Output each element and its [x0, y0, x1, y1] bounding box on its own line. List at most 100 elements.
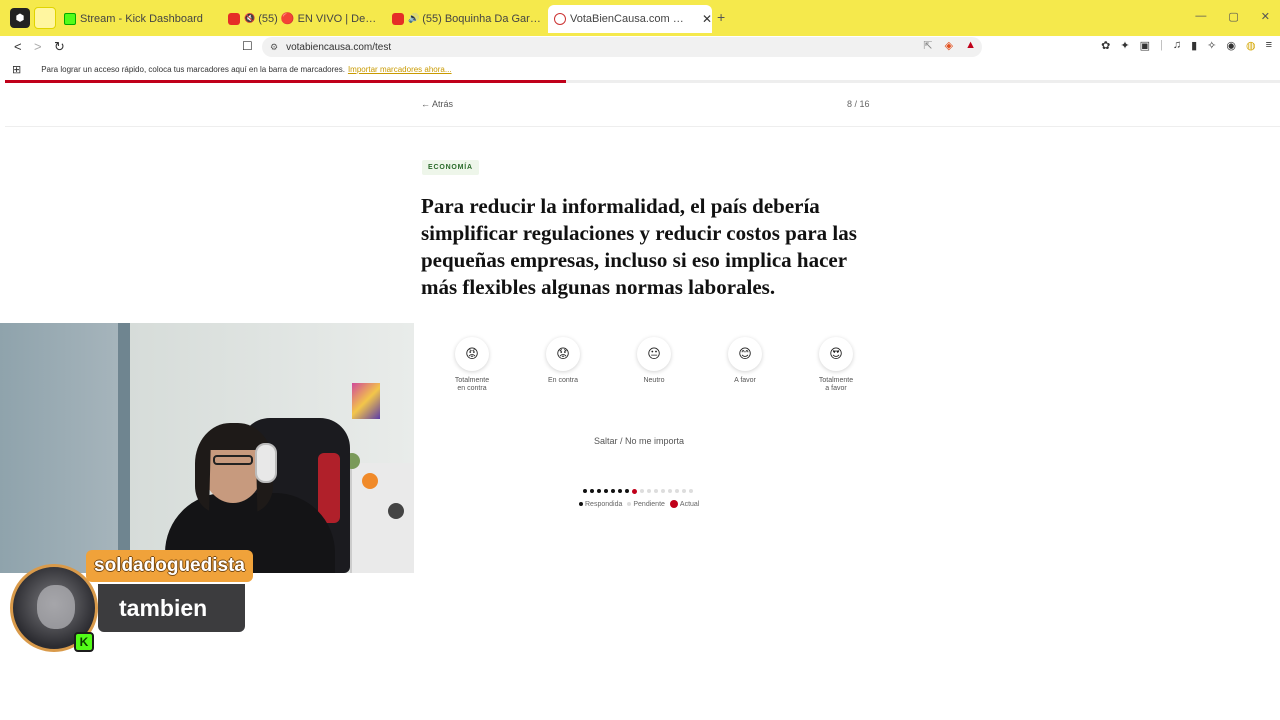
tab-kick-dashboard[interactable]: Stream - Kick Dashboard: [58, 6, 216, 31]
question-counter: 8 / 16: [847, 99, 870, 109]
close-icon[interactable]: ✕: [702, 12, 712, 26]
option-strongly-agree[interactable]: 😍 Totalmente a favor: [801, 337, 871, 393]
progress-dot: [647, 489, 651, 493]
quiz-header: ← Atrás 8 / 16: [5, 83, 1280, 127]
screenshot-icon[interactable]: ▣: [1140, 39, 1150, 52]
angry-face-icon: 😡: [455, 337, 489, 371]
browser-toolbar: < > ↻ ☐ ⚙ votabiencausa.com/test ⇱ ◈ ▲ ✿…: [0, 36, 1280, 58]
brave-rewards-icon[interactable]: ▲: [965, 39, 976, 52]
option-disagree[interactable]: 😟 En contra: [528, 337, 598, 385]
option-label: En contra: [548, 377, 578, 384]
vpn-icon[interactable]: ◉: [1226, 39, 1236, 52]
share-icon[interactable]: ⇱: [923, 39, 932, 52]
worried-face-icon: 😟: [546, 337, 580, 371]
webcam-figure: [362, 473, 378, 489]
progress-dot: [654, 489, 658, 493]
import-bookmarks-link[interactable]: Importar marcadores ahora...: [348, 65, 452, 74]
tab-votabiencausa[interactable]: VotaBienCausa.com — Compati ✕: [548, 5, 712, 33]
progress-dot: [640, 489, 644, 493]
kick-icon: [64, 12, 76, 25]
wand-icon[interactable]: ✧: [1207, 39, 1216, 52]
menu-icon[interactable]: ≡: [1266, 39, 1272, 52]
tab-youtube-debate[interactable]: 🔇 (55) 🔴 EN VIVO | Debate presid: [222, 6, 380, 31]
apps-grid-icon[interactable]: ⊞: [12, 63, 21, 76]
forward-arrow-icon[interactable]: >: [34, 39, 42, 54]
address-bar-actions: ⇱ ◈ ▲: [923, 39, 976, 52]
webcam-overlay: [0, 323, 414, 573]
extensions-area: ✿ ✦ ▣ | ♫ ▮ ✧ ◉ ◍ ≡: [1101, 39, 1272, 52]
tab-title: Stream - Kick Dashboard: [80, 12, 203, 25]
headset-icon: [255, 443, 277, 483]
back-button[interactable]: ← Atrás: [421, 99, 453, 109]
music-icon[interactable]: ♫: [1173, 39, 1181, 52]
bookmarks-hint: Para lograr un acceso rápido, coloca tus…: [41, 64, 345, 74]
back-arrow-icon[interactable]: <: [14, 39, 22, 54]
category-badge: ECONOMÍA: [422, 160, 479, 175]
youtube-icon: [392, 12, 404, 25]
webcam-figure: [388, 503, 404, 519]
tab-title: (55) 🔴 EN VIVO | Debate presid: [258, 13, 380, 25]
skip-button[interactable]: Saltar / No me importa: [594, 436, 684, 446]
legend-answered: Respondida: [579, 501, 622, 508]
extension-icon[interactable]: ✿: [1101, 39, 1110, 52]
puzzle-icon[interactable]: ✦: [1120, 39, 1129, 52]
browser-menu-button[interactable]: ⬢: [5, 6, 35, 30]
webcam-door: [118, 323, 130, 573]
option-label: A favor: [734, 377, 756, 384]
option-strongly-disagree[interactable]: 😡 Totalmente en contra: [437, 337, 507, 393]
option-neutral[interactable]: 😐 Neutro: [619, 337, 689, 385]
tab-title: (55) Boquinha Da Garrafa - Ou ch: [422, 12, 542, 25]
address-bar[interactable]: ⚙ votabiencausa.com/test ⇱ ◈ ▲: [262, 37, 982, 57]
progress-dot: [590, 489, 594, 493]
webcam-wall: [0, 323, 130, 573]
neutral-face-icon: 😐: [637, 337, 671, 371]
progress-dot: [689, 489, 693, 493]
progress-dots: [583, 489, 693, 494]
new-tab-button[interactable]: +: [717, 9, 725, 25]
progress-dot: [597, 489, 601, 493]
maximize-icon[interactable]: ▢: [1228, 10, 1238, 23]
close-window-icon[interactable]: ✕: [1261, 10, 1270, 23]
tab-group-button[interactable]: [34, 7, 56, 29]
smiling-face-icon: 😊: [728, 337, 762, 371]
answer-options: 😡 Totalmente en contra 😟 En contra 😐 Neu…: [437, 337, 867, 397]
speaker-icon[interactable]: 🔊: [408, 13, 419, 24]
wallet-icon[interactable]: ◍: [1246, 39, 1256, 52]
minimize-icon[interactable]: —: [1195, 10, 1206, 23]
progress-dot: [675, 489, 679, 493]
chat-message-text: tambien: [98, 584, 245, 632]
reload-icon[interactable]: ↻: [54, 39, 65, 55]
option-label: Totalmente a favor: [818, 377, 854, 392]
question-text: Para reducir la informalidad, el país de…: [421, 194, 857, 299]
divider: |: [1159, 39, 1163, 51]
votabiencausa-icon: [554, 13, 566, 25]
chat-message-overlay: K tambien soldadoguedista: [8, 548, 268, 656]
bookmark-icon[interactable]: ☐: [242, 39, 253, 53]
tab-youtube-music[interactable]: 🔊 (55) Boquinha Da Garrafa - Ou ch: [386, 6, 542, 31]
option-agree[interactable]: 😊 A favor: [710, 337, 780, 385]
progress-dot: [611, 489, 615, 493]
progress-legend: Respondida Pendiente Actual: [579, 500, 699, 508]
tab-bar: ⬢ Stream - Kick Dashboard 🔇 (55) 🔴 EN VI…: [0, 0, 1280, 36]
kick-icon: K: [74, 632, 94, 652]
heart-eyes-face-icon: 😍: [819, 337, 853, 371]
progress-dot: [661, 489, 665, 493]
bookmarks-bar: ⊞ Para lograr un acceso rápido, coloca t…: [0, 58, 1280, 80]
tab-title: VotaBienCausa.com — Compati: [570, 13, 692, 25]
progress-dot: [604, 489, 608, 493]
site-info-icon[interactable]: ⚙: [270, 42, 278, 53]
url-text: votabiencausa.com/test: [286, 41, 392, 53]
progress-dot: [583, 489, 587, 493]
option-label: Totalmente en contra: [454, 377, 490, 392]
progress-dot: [682, 489, 686, 493]
progress-dot: [625, 489, 629, 493]
sidebar-icon[interactable]: ▮: [1191, 39, 1197, 52]
legend-current: Actual: [669, 500, 699, 508]
brave-shields-icon[interactable]: ◈: [945, 39, 953, 52]
window-controls: — ▢ ✕: [1195, 10, 1270, 23]
muted-icon[interactable]: 🔇: [244, 13, 255, 24]
progress-dot: [632, 489, 637, 494]
chat-username: soldadoguedista: [86, 550, 253, 582]
avatar-figure: [37, 585, 75, 629]
webcam-poster: [352, 383, 380, 419]
